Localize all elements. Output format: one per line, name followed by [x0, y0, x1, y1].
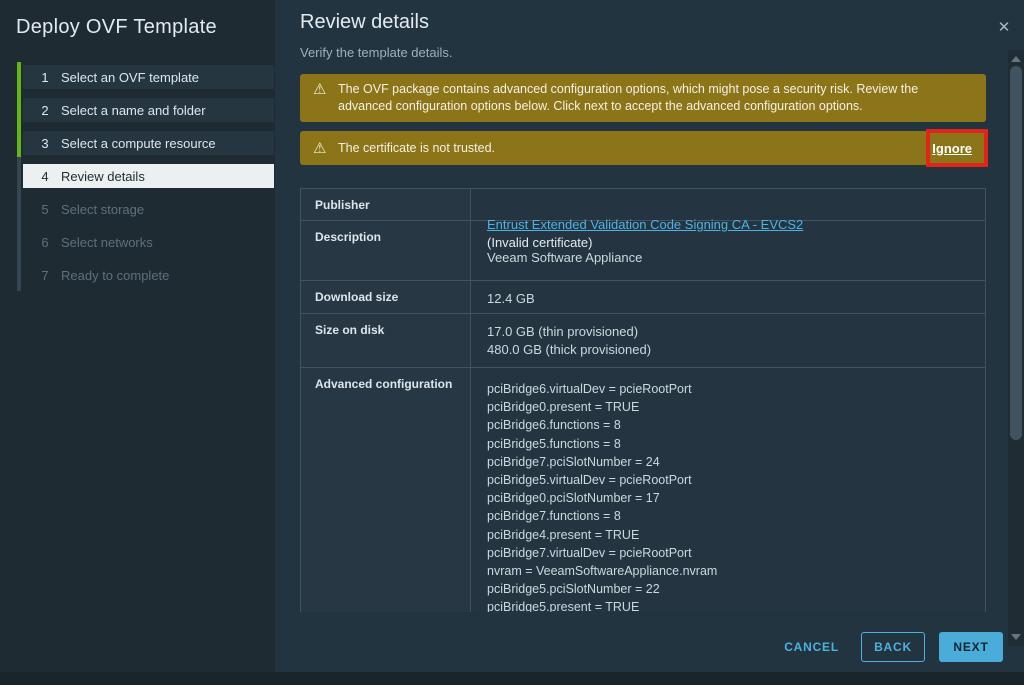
step-ready-to-complete: 7 Ready to complete — [23, 263, 274, 287]
row-value: Entrust Extended Validation Code Signing… — [471, 189, 985, 220]
dialog-title: Deploy OVF Template — [16, 16, 217, 39]
step-number: 3 — [37, 136, 53, 151]
vertical-scrollbar[interactable] — [1008, 50, 1024, 646]
row-label: Publisher — [301, 189, 471, 220]
details-scroll-viewport: Publisher Entrust Extended Validation Co… — [300, 188, 986, 612]
wizard-sidebar: Deploy OVF Template 1 Select an OVF temp… — [0, 0, 275, 672]
page-background-strip — [0, 672, 1024, 685]
step-label: Select a compute resource — [61, 136, 216, 151]
step-label: Select storage — [61, 202, 144, 217]
table-row: Size on disk 17.0 GB (thin provisioned) … — [301, 314, 985, 368]
certificate-warning-banner: ⚠ The certificate is not trusted. Ignore — [300, 131, 986, 165]
back-button[interactable]: BACK — [861, 632, 925, 662]
step-label: Ready to complete — [61, 268, 169, 283]
step-number: 1 — [37, 70, 53, 85]
table-row: Description Veeam Software Appliance — [301, 221, 985, 281]
next-button[interactable]: NEXT — [939, 632, 1003, 662]
progress-rail-completed — [17, 62, 21, 157]
wizard-footer: CANCEL BACK NEXT — [784, 632, 1003, 662]
step-number: 6 — [37, 235, 53, 250]
table-row: Advanced configuration pciBridge6.virtua… — [301, 368, 985, 612]
step-review-details[interactable]: 4 Review details — [23, 164, 274, 188]
table-row: Publisher Entrust Extended Validation Co… — [301, 189, 985, 221]
page-title: Review details — [300, 11, 429, 34]
step-select-compute-resource[interactable]: 3 Select a compute resource — [23, 131, 274, 155]
row-label: Size on disk — [301, 314, 471, 367]
progress-rail-remaining — [17, 157, 21, 291]
step-number: 5 — [37, 202, 53, 217]
deploy-ovf-dialog: Deploy OVF Template 1 Select an OVF temp… — [0, 0, 1024, 685]
warning-icon: ⚠ — [313, 81, 326, 98]
step-label: Select an OVF template — [61, 70, 199, 85]
cancel-button[interactable]: CANCEL — [784, 640, 839, 654]
advanced-config-warning-banner: ⚠ The OVF package contains advanced conf… — [300, 74, 986, 122]
step-select-name-folder[interactable]: 2 Select a name and folder — [23, 98, 274, 122]
step-label: Select networks — [61, 235, 153, 250]
step-label: Select a name and folder — [61, 103, 206, 118]
step-select-ovf-template[interactable]: 1 Select an OVF template — [23, 65, 274, 89]
row-label: Download size — [301, 281, 471, 313]
scrollbar-thumb[interactable] — [1010, 66, 1022, 440]
row-label: Advanced configuration — [301, 368, 471, 612]
warning-text: The OVF package contains advanced config… — [338, 81, 970, 115]
row-label: Description — [301, 221, 471, 280]
warning-icon: ⚠ — [313, 139, 326, 157]
step-select-networks: 6 Select networks — [23, 230, 274, 254]
step-label: Review details — [61, 169, 145, 184]
annotation-highlight-box — [926, 129, 988, 167]
template-details-table: Publisher Entrust Extended Validation Co… — [300, 188, 986, 612]
wizard-steps: 1 Select an OVF template 2 Select a name… — [23, 65, 274, 296]
step-number: 7 — [37, 268, 53, 283]
row-value: 12.4 GB — [471, 281, 985, 313]
row-value: pciBridge6.virtualDev = pcieRootPort pci… — [471, 368, 985, 612]
step-select-storage: 5 Select storage — [23, 197, 274, 221]
step-number: 2 — [37, 103, 53, 118]
row-value: 17.0 GB (thin provisioned) 480.0 GB (thi… — [471, 314, 985, 367]
scroll-down-arrow-icon[interactable] — [1011, 634, 1021, 640]
table-row: Download size 12.4 GB — [301, 281, 985, 314]
step-number: 4 — [37, 169, 53, 184]
page-subtitle: Verify the template details. — [300, 45, 452, 60]
row-value: Veeam Software Appliance — [471, 221, 985, 280]
scroll-up-arrow-icon[interactable] — [1011, 56, 1021, 62]
warning-text: The certificate is not trusted. — [338, 141, 495, 155]
close-icon[interactable]: ✕ — [993, 17, 1015, 39]
